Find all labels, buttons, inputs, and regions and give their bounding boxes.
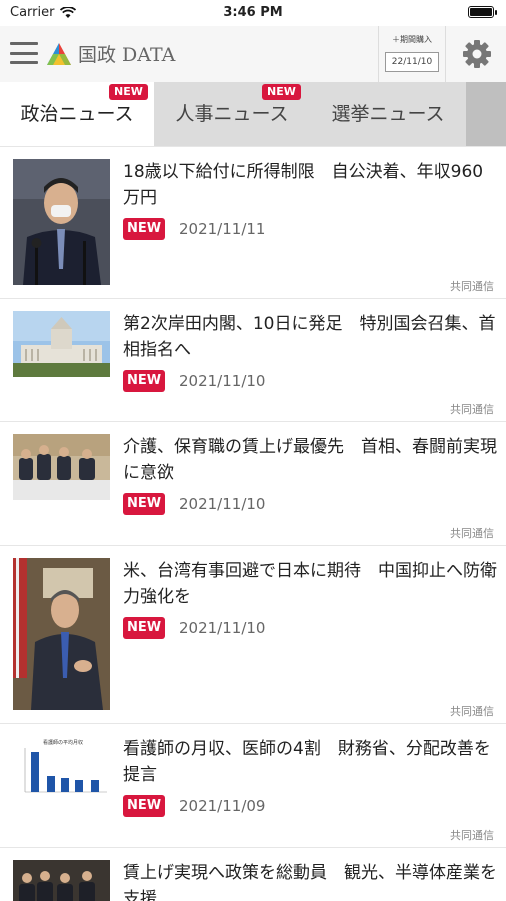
purchase-date: 22/11/10 (385, 52, 439, 72)
clock: 3:46 PM (223, 5, 283, 20)
thumbnail-chart-title: 看護師の平均月収 (43, 739, 83, 746)
article-thumbnail (13, 434, 110, 500)
article-thumbnail (13, 311, 110, 377)
new-badge: NEW (123, 370, 165, 392)
article-source: 共同通信 (450, 403, 494, 416)
meeting-image (13, 860, 110, 901)
app-title: 国政 DATA (78, 44, 176, 66)
battery-icon (468, 6, 497, 18)
article-date: 2021/11/10 (179, 495, 266, 513)
article-date: 2021/11/10 (179, 372, 266, 390)
diet-building-image (13, 311, 110, 377)
app-header: 国政 DATA ＋期間購入 22/11/10 (0, 26, 506, 83)
status-bar: Carrier 3:46 PM (0, 0, 506, 26)
tab-politics[interactable]: 政治ニュース NEW (0, 82, 154, 146)
gear-icon[interactable] (462, 39, 492, 69)
app-logo: 国政 DATA (46, 40, 175, 67)
article-item[interactable]: 賃上げ実現へ政策を総動員 観光、半導体産業を支援 (0, 847, 506, 901)
new-badge: NEW (123, 617, 165, 639)
article-title: 第2次岸田内閣、10日に発足 特別国会召集、首相指名へ (123, 314, 496, 360)
article-source: 共同通信 (450, 280, 494, 293)
new-badge: NEW (123, 493, 165, 515)
article-source: 共同通信 (450, 527, 494, 540)
article-date: 2021/11/10 (179, 619, 266, 637)
logo-triangle-icon (47, 42, 71, 65)
tab-label: 選挙ニュース (331, 103, 445, 125)
purchase-label: ＋期間購入 (392, 35, 432, 44)
article-title: 米、台湾有事回避で日本に期待 中国抑止へ防衛力強化を (123, 561, 497, 607)
bar-chart-image: 看護師の平均月収 (13, 736, 110, 802)
menu-icon[interactable] (10, 42, 38, 64)
tab-label: 政治ニュース (20, 103, 134, 125)
article-item[interactable]: 介護、保育職の賃上げ最優先 首相、春闘前実現に意欲 NEW 2021/11/10… (0, 421, 506, 546)
article-thumbnail (13, 860, 110, 901)
tab-election[interactable]: 選挙ニュース (310, 82, 466, 146)
meeting-image (13, 434, 110, 500)
new-badge: NEW (109, 84, 148, 100)
article-item[interactable]: 看護師の平均月収 看護師の月収、医師の4割 財務省、分配改善を提言 NEW 20… (0, 723, 506, 848)
article-date: 2021/11/09 (179, 797, 266, 815)
interview-image (13, 558, 110, 710)
article-title: 介護、保育職の賃上げ最優先 首相、春闘前実現に意欲 (123, 437, 497, 483)
article-title: 看護師の月収、医師の4割 財務省、分配改善を提言 (123, 739, 491, 785)
article-thumbnail (13, 159, 110, 285)
new-badge: NEW (262, 84, 301, 100)
article-title: 18歳以下給付に所得制限 自公決着、年収960万円 (123, 162, 484, 208)
category-tabs: 政治ニュース NEW 人事ニュース NEW 選挙ニュース (0, 82, 506, 147)
person-speaking-image (13, 159, 110, 285)
article-thumbnail: 看護師の平均月収 (13, 736, 110, 802)
article-source: 共同通信 (450, 705, 494, 718)
article-source: 共同通信 (450, 829, 494, 842)
article-title: 賃上げ実現へ政策を総動員 観光、半導体産業を支援 (123, 863, 497, 901)
article-item[interactable]: 第2次岸田内閣、10日に発足 特別国会召集、首相指名へ NEW 2021/11/… (0, 298, 506, 422)
article-item[interactable]: 米、台湾有事回避で日本に期待 中国抑止へ防衛力強化を NEW 2021/11/1… (0, 545, 506, 724)
new-badge: NEW (123, 795, 165, 817)
article-thumbnail (13, 558, 110, 710)
tab-personnel[interactable]: 人事ニュース NEW (154, 82, 310, 146)
period-purchase-button[interactable]: ＋期間購入 22/11/10 (378, 26, 446, 82)
article-date: 2021/11/11 (179, 220, 266, 238)
tab-scroll-area[interactable] (466, 82, 506, 146)
tab-label: 人事ニュース (175, 103, 289, 125)
new-badge: NEW (123, 218, 165, 240)
article-item[interactable]: 18歳以下給付に所得制限 自公決着、年収960万円 NEW 2021/11/11… (0, 146, 506, 299)
